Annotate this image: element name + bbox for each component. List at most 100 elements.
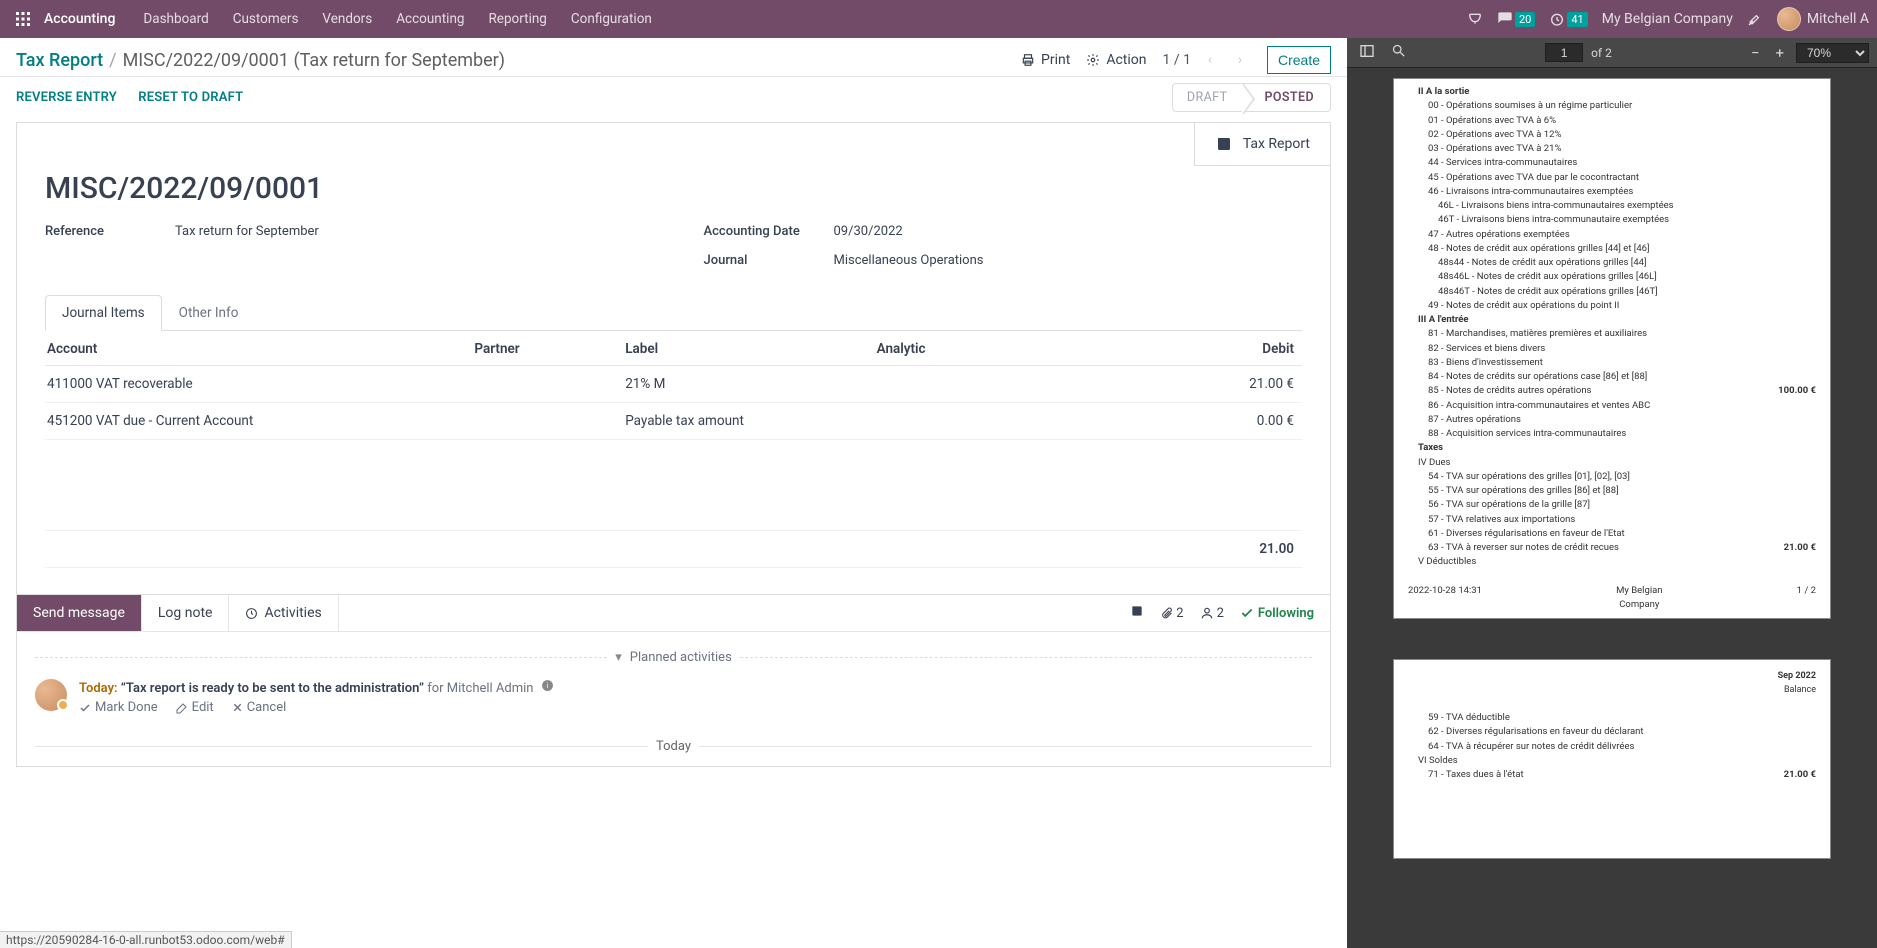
following-button[interactable]: Following [1240, 606, 1314, 621]
col-partner[interactable]: Partner [472, 331, 623, 366]
topbar-menu-item[interactable]: Vendors [310, 1, 384, 37]
pdf-line: 46T - Livraisons biens intra-communautai… [1408, 213, 1816, 227]
timer-count: 41 [1567, 12, 1587, 27]
pdf-line: 48s44 - Notes de crédit aux opérations g… [1408, 256, 1816, 270]
activity-edit[interactable]: Edit [176, 700, 214, 715]
pdf-line: 88 - Acquisition services intra-communau… [1408, 427, 1816, 441]
reverse-entry-button[interactable]: REVERSE ENTRY [16, 90, 117, 105]
followers-button[interactable]: 2 [1200, 606, 1224, 621]
col-label[interactable]: Label [623, 331, 874, 366]
messages-icon[interactable]: 20 [1497, 11, 1535, 27]
reference-label: Reference [45, 224, 175, 239]
pdf-page-input[interactable] [1545, 43, 1583, 62]
pdf-line: 00 - Opérations soumises à un régime par… [1408, 99, 1816, 113]
activity-summary: “Tax report is ready to be sent to the a… [121, 681, 424, 696]
accounting-date-label: Accounting Date [704, 224, 834, 239]
apps-icon[interactable] [8, 4, 38, 34]
topbar-menu-item[interactable]: Accounting [384, 1, 476, 37]
pdf-line: V Déductibles [1408, 555, 1816, 569]
pdf-line: 63 - TVA à reverser sur notes de crédit … [1408, 541, 1816, 555]
pdf-zoom-out-icon[interactable]: − [1747, 42, 1764, 64]
attachments-button[interactable]: 2 [1160, 606, 1183, 621]
pdf-footer-page: 1 / 2 [1797, 584, 1816, 613]
user-menu[interactable]: Mitchell A [1777, 7, 1869, 31]
pager-prev[interactable]: ‹ [1199, 49, 1221, 71]
pdf-line: III A l'entrée [1408, 313, 1816, 327]
tax-report-button[interactable]: Tax Report [1194, 123, 1330, 166]
topbar-menu-item[interactable]: Dashboard [131, 1, 220, 37]
pdf-line: 81 - Marchandises, matières premières et… [1408, 327, 1816, 341]
status-bar-url: https://20590284-16-0-all.runbot53.odoo.… [0, 931, 292, 948]
breadcrumb-current: MISC/2022/09/0001 (Tax return for Septem… [123, 50, 505, 71]
view-icon[interactable] [1130, 604, 1144, 622]
breadcrumb-root[interactable]: Tax Report [16, 50, 103, 71]
company-switcher[interactable]: My Belgian Company [1602, 11, 1733, 27]
table-row[interactable]: 451200 VAT due - Current AccountPayable … [45, 403, 1302, 440]
horizontal-scrollbar[interactable] [45, 568, 1302, 582]
pdf-line: 47 - Autres opérations exemptées [1408, 228, 1816, 242]
statusbar: DRAFT POSTED [1172, 83, 1331, 112]
activity-item: Today: “Tax report is ready to be sent t… [35, 679, 1312, 715]
col-account[interactable]: Account [45, 331, 472, 366]
pdf-line: 45 - Opérations avec TVA due par le coco… [1408, 171, 1816, 185]
pdf-footer-company: My Belgian Company [1599, 584, 1679, 613]
topbar-menu-item[interactable]: Configuration [559, 1, 664, 37]
pdf-line: 54 - TVA sur opérations des grilles [01]… [1408, 470, 1816, 484]
pdf-line: 56 - TVA sur opérations de la grille [87… [1408, 498, 1816, 512]
planned-activities-header[interactable]: ▾ Planned activities [35, 644, 1312, 679]
pdf-line: 03 - Opérations avec TVA à 21% [1408, 142, 1816, 156]
tools-icon[interactable] [1747, 11, 1763, 27]
pdf-line: 71 - Taxes dues à l'état21.00 € [1408, 768, 1816, 782]
pdf-line: 48 - Notes de crédit aux opérations gril… [1408, 242, 1816, 256]
activity-markdone[interactable]: Mark Done [79, 700, 158, 715]
send-message-button[interactable]: Send message [17, 595, 142, 631]
pdf-line: 62 - Diverses régularisations en faveur … [1408, 725, 1816, 739]
journal-value: Miscellaneous Operations [834, 253, 984, 268]
pdf-sidebar-toggle-icon[interactable] [1355, 41, 1379, 65]
phone-icon[interactable] [1467, 11, 1483, 27]
pdf-search-icon[interactable] [1387, 41, 1410, 64]
col-debit[interactable]: Debit [1126, 331, 1302, 366]
pdf-line: 46 - Livraisons intra-communautaires exe… [1408, 185, 1816, 199]
tab-other-info[interactable]: Other Info [162, 295, 256, 331]
pdf-line: II A la sortie [1408, 85, 1816, 99]
pdf-line: 82 - Services et biens divers [1408, 342, 1816, 356]
table-row[interactable]: 411000 VAT recoverable21% M21.00 € [45, 366, 1302, 403]
print-button[interactable]: Print [1021, 52, 1070, 68]
log-note-button[interactable]: Log note [142, 595, 230, 631]
activity-cancel[interactable]: Cancel [232, 700, 287, 715]
app-name[interactable]: Accounting [44, 11, 115, 27]
activities-button[interactable]: Activities [229, 595, 338, 631]
activity-avatar[interactable] [35, 679, 67, 711]
pdf-line: IV Dues [1408, 456, 1816, 470]
pdf-line: 02 - Opérations avec TVA à 12% [1408, 128, 1816, 142]
chatter: Send message Log note Activities [16, 595, 1331, 767]
topbar-menu-item[interactable]: Customers [221, 1, 311, 37]
pager-next[interactable]: › [1229, 49, 1251, 71]
status-draft[interactable]: DRAFT [1172, 83, 1245, 112]
create-button[interactable]: Create [1267, 46, 1331, 74]
col-analytic[interactable]: Analytic [875, 331, 1126, 366]
pdf-line: 48s46T - Notes de crédit aux opérations … [1408, 285, 1816, 299]
tab-journal-items[interactable]: Journal Items [45, 295, 162, 331]
activity-info-icon[interactable]: i [541, 681, 554, 696]
pdf-zoom-select[interactable]: 70% [1796, 43, 1869, 63]
activity-for: for Mitchell Admin [427, 681, 533, 696]
pdf-zoom-in-icon[interactable]: + [1771, 42, 1788, 64]
today-separator: Today [35, 739, 1312, 754]
accounting-date-value: 09/30/2022 [834, 224, 903, 239]
pdf-line: 48s46L - Notes de crédit aux opérations … [1408, 270, 1816, 284]
reset-to-draft-button[interactable]: RESET TO DRAFT [138, 90, 243, 105]
pdf-line: 64 - TVA à récupérer sur notes de crédit… [1408, 740, 1816, 754]
timer-icon[interactable]: 41 [1549, 11, 1587, 27]
status-posted[interactable]: POSTED [1244, 83, 1331, 112]
pdf-line: Taxes [1408, 441, 1816, 455]
action-button[interactable]: Action [1086, 52, 1146, 68]
topbar: Accounting DashboardCustomersVendorsAcco… [0, 0, 1877, 38]
pdf-line: 86 - Acquisition intra-communautaires et… [1408, 399, 1816, 413]
topbar-menu-item[interactable]: Reporting [476, 1, 558, 37]
breadcrumb: Tax Report / MISC/2022/09/0001 (Tax retu… [16, 50, 505, 71]
pdf-line: 46L - Livraisons biens intra-communautai… [1408, 199, 1816, 213]
pdf-line: 44 - Services intra-communautaires [1408, 156, 1816, 170]
pdf-line: 01 - Opérations avec TVA à 6% [1408, 114, 1816, 128]
